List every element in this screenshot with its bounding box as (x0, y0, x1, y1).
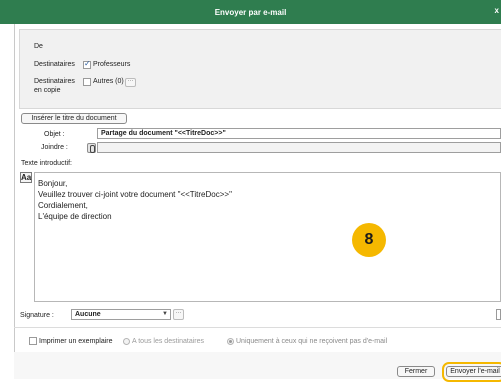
insert-title-button[interactable]: Insérer le titre du document (21, 113, 127, 124)
intro-label: Texte introductif: (21, 160, 72, 167)
dialog-title: Envoyer par e-mail (214, 7, 287, 17)
dialog-titlebar: Envoyer par e-mail x (0, 0, 501, 24)
cc-label-line1: Destinataires (34, 78, 75, 85)
all-recipients-radio[interactable] (123, 338, 130, 345)
intro-line: Cordialement, (38, 201, 88, 210)
attachment-field[interactable] (97, 142, 501, 153)
close-icon[interactable]: x (495, 6, 499, 15)
intro-line: Bonjour, (38, 179, 68, 188)
scroll-edge-button[interactable] (496, 309, 501, 320)
professeurs-checkbox[interactable] (83, 59, 91, 69)
subject-input[interactable]: Partage du document "<<TitreDoc>>" (97, 128, 501, 139)
intro-line: L'équipe de direction (38, 212, 112, 221)
intro-line: Veuillez trouver ci-joint votre document… (38, 190, 232, 199)
autres-checkbox[interactable] (83, 78, 91, 86)
recipients-panel (19, 29, 501, 109)
autres-label: Autres (0) (93, 78, 124, 85)
all-recipients-label: A tous les destinataires (132, 338, 204, 345)
professeurs-label: Professeurs (93, 61, 131, 68)
step-badge: 8 (352, 223, 386, 257)
print-copy-checkbox[interactable] (29, 337, 37, 345)
signature-label: Signature : (20, 312, 54, 319)
only-without-email-radio[interactable] (227, 338, 234, 345)
only-without-email-label: Uniquement à ceux qui ne reçoivent pas d… (236, 338, 388, 345)
signature-select[interactable]: Aucune ▼ (71, 309, 171, 320)
to-label: Destinataires (34, 61, 75, 68)
close-button[interactable]: Fermer (397, 366, 435, 377)
print-copy-label: Imprimer un exemplaire (39, 338, 113, 345)
cc-label-line2: en copie (34, 87, 61, 94)
attach-label: Joindre : (41, 144, 68, 151)
signature-more-button[interactable]: ··· (173, 309, 184, 320)
chevron-down-icon: ▼ (162, 311, 168, 317)
subject-label: Objet : (44, 131, 65, 138)
signature-value: Aucune (75, 311, 101, 318)
from-label: De (34, 43, 43, 50)
send-button-highlight (442, 362, 501, 382)
cc-more-button[interactable]: ··· (125, 78, 136, 87)
paperclip-icon[interactable] (87, 143, 96, 153)
font-format-icon[interactable]: Aa (20, 172, 32, 183)
section-divider (14, 327, 501, 328)
